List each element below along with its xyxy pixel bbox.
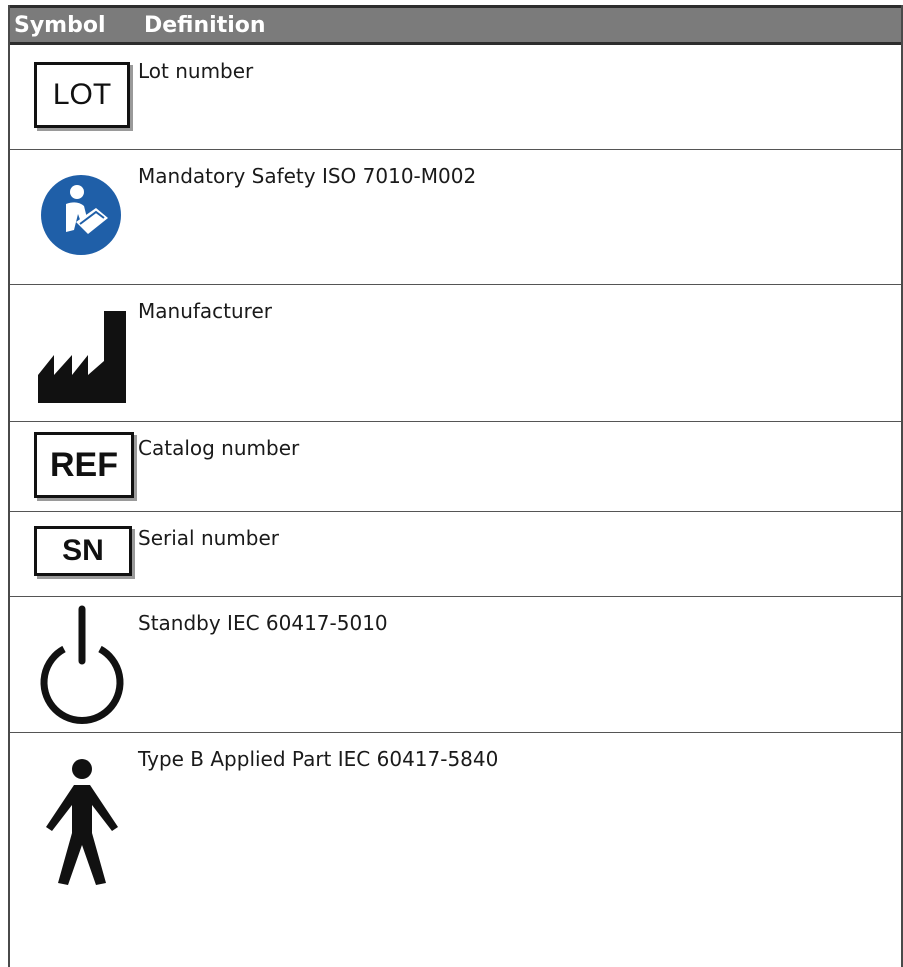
symbol-table: Symbol Definition LOT Lot number Mandato… [8, 5, 903, 967]
definition-column-header: Definition [144, 12, 266, 38]
ref-icon: REF [34, 432, 134, 498]
sn-icon: SN [34, 526, 132, 576]
definition-text: Manufacturer [138, 299, 272, 323]
table-header: Symbol Definition [10, 5, 901, 45]
standby-icon [40, 605, 124, 724]
definition-text: Serial number [138, 526, 280, 550]
definition-text: Lot number [138, 59, 254, 83]
type-b-applied-part-icon [46, 759, 118, 885]
definition-text: Mandatory Safety ISO 7010-M002 [138, 164, 477, 188]
table-row: REF Catalog number [10, 422, 901, 512]
table-row: Manufacturer [10, 285, 901, 422]
table-row: Type B Applied Part IEC 60417-5840 [10, 733, 901, 923]
definition-text: Catalog number [138, 436, 300, 460]
table-row: Mandatory Safety ISO 7010-M002 [10, 150, 901, 285]
definition-text: Type B Applied Part IEC 60417-5840 [138, 747, 499, 771]
table-row: SN Serial number [10, 512, 901, 597]
manufacturer-icon [38, 311, 126, 403]
read-manual-icon [41, 175, 121, 255]
symbol-column-header: Symbol [14, 12, 106, 38]
table-row: Standby IEC 60417-5010 [10, 597, 901, 733]
table-row: LOT Lot number [10, 45, 901, 150]
lot-icon: LOT [34, 62, 130, 128]
definition-text: Standby IEC 60417-5010 [138, 611, 388, 635]
